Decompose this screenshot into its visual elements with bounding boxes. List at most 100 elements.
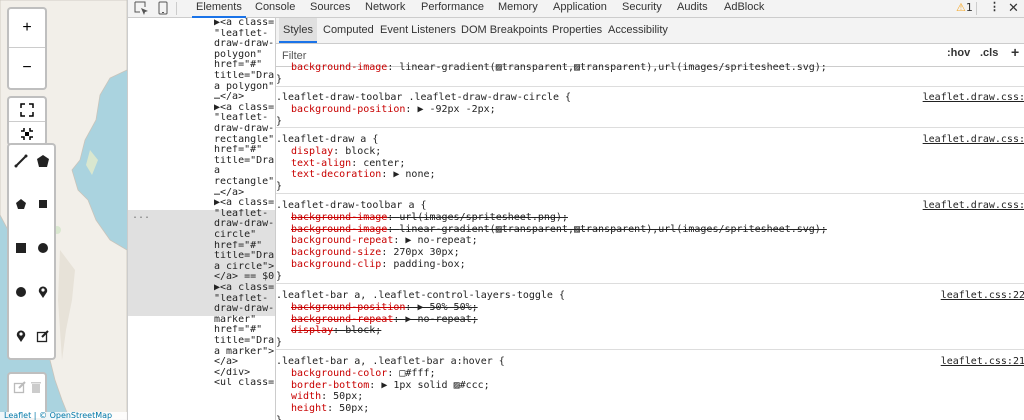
tree-line[interactable]: ▶<a class= bbox=[214, 18, 274, 29]
device-toolbar-icon[interactable] bbox=[156, 1, 172, 15]
tree-line[interactable]: </div> bbox=[214, 368, 274, 379]
css-declaration[interactable]: background-image: url(images/spritesheet… bbox=[276, 212, 1024, 224]
css-property-value[interactable]: block; bbox=[345, 146, 381, 157]
css-declaration[interactable]: background-image: linear-gradient(▨trans… bbox=[276, 62, 1024, 74]
tree-line[interactable]: </a> bbox=[214, 357, 274, 368]
css-property-name[interactable]: display bbox=[276, 325, 333, 336]
draw-polygon-button[interactable] bbox=[32, 150, 54, 172]
tree-line[interactable]: href="#" bbox=[214, 325, 274, 336]
css-declaration[interactable]: display: block; bbox=[276, 146, 1024, 158]
css-property-value[interactable]: 270px 30px; bbox=[393, 247, 459, 258]
zoom-in-button[interactable]: + bbox=[9, 9, 45, 48]
tree-line[interactable]: title="Draw bbox=[214, 336, 274, 347]
draw-circle-button[interactable] bbox=[32, 237, 54, 259]
tree-line[interactable]: a bbox=[214, 166, 274, 177]
new-style-rule-button[interactable]: + bbox=[1011, 44, 1019, 60]
edit-layers-button[interactable] bbox=[32, 325, 54, 347]
style-rule[interactable]: .leaflet-bar a, .leaflet-control-layers-… bbox=[276, 290, 1024, 350]
tree-line[interactable]: draw-draw- bbox=[214, 304, 274, 315]
elements-tree[interactable]: ... ▶<a class= "leaflet-draw-draw-polygon… bbox=[128, 18, 276, 420]
css-property-name[interactable]: background-color bbox=[276, 368, 387, 379]
css-property-value[interactable]: ▶ 50% 50%; bbox=[417, 302, 477, 313]
css-property-name[interactable]: background-position bbox=[276, 104, 405, 115]
css-property-name[interactable]: background-image bbox=[276, 224, 387, 235]
tree-line[interactable]: <ul class= bbox=[214, 378, 274, 389]
subtab-accessibility[interactable]: Accessibility bbox=[608, 18, 668, 43]
css-property-name[interactable]: text-decoration bbox=[276, 169, 381, 180]
fit-bounds-button[interactable] bbox=[9, 122, 45, 145]
css-declaration[interactable]: text-align: center; bbox=[276, 158, 1024, 170]
css-property-value[interactable]: 50px; bbox=[333, 391, 363, 402]
style-rule[interactable]: .leaflet-bar a, .leaflet-bar a:hover {le… bbox=[276, 356, 1024, 420]
class-toggle[interactable]: .cls bbox=[980, 47, 998, 59]
tree-line[interactable]: "leaflet- bbox=[214, 209, 274, 220]
tab-application[interactable]: Application bbox=[553, 0, 607, 17]
rule-selector[interactable]: .leaflet-bar a, .leaflet-control-layers-… bbox=[276, 290, 565, 301]
tree-line[interactable]: </a> == $0 bbox=[214, 272, 274, 283]
css-property-value[interactable]: padding-box; bbox=[393, 259, 465, 270]
css-declaration[interactable]: text-decoration: ▶ none; bbox=[276, 169, 1024, 181]
draw-marker-button[interactable] bbox=[32, 281, 54, 303]
css-property-value[interactable]: □#fff; bbox=[399, 368, 435, 379]
rule-selector[interactable]: .leaflet-draw a { bbox=[276, 134, 378, 145]
css-property-value[interactable]: ▶ none; bbox=[393, 169, 435, 180]
rule-source-link[interactable]: leaflet.css:22 bbox=[941, 290, 1024, 302]
subtab-event-listeners[interactable]: Event Listeners bbox=[380, 18, 456, 43]
css-property-value[interactable]: ▶ 1px solid ▨#ccc; bbox=[381, 380, 489, 391]
map-attribution[interactable]: Leaflet | © OpenStreetMap bbox=[0, 412, 127, 420]
css-property-name[interactable]: background-repeat bbox=[276, 314, 393, 325]
style-rule[interactable]: background-image: linear-gradient(▨trans… bbox=[276, 62, 1024, 87]
tree-line[interactable]: ▶<a class= bbox=[214, 283, 274, 294]
draw-rectangle-button[interactable] bbox=[32, 193, 54, 215]
css-property-name[interactable]: background-repeat bbox=[276, 235, 393, 246]
style-rule[interactable]: .leaflet-draw-toolbar a {leaflet.draw.cs… bbox=[276, 200, 1024, 284]
tab-performance[interactable]: Performance bbox=[421, 0, 484, 17]
tree-line[interactable]: a circle"> bbox=[214, 262, 274, 273]
draw-square-button[interactable] bbox=[10, 237, 32, 259]
css-declaration[interactable]: background-repeat: ▶ no-repeat; bbox=[276, 314, 1024, 326]
css-declaration[interactable]: border-bottom: ▶ 1px solid ▨#ccc; bbox=[276, 380, 1024, 392]
tree-line[interactable]: ▶<a class= bbox=[214, 198, 274, 209]
css-declaration[interactable]: width: 50px; bbox=[276, 391, 1024, 403]
zoom-out-button[interactable]: − bbox=[9, 48, 45, 87]
css-property-value[interactable]: center; bbox=[363, 158, 405, 169]
tree-line[interactable]: title="Draw bbox=[214, 156, 274, 167]
tree-line[interactable]: "leaflet- bbox=[214, 113, 274, 124]
tree-line[interactable]: polygon" bbox=[214, 50, 274, 61]
style-rule[interactable]: .leaflet-draw a { leaflet.draw.css: displa… bbox=[276, 134, 1024, 194]
tab-adblock[interactable]: AdBlock bbox=[724, 0, 764, 17]
css-property-value[interactable]: ▶ no-repeat; bbox=[405, 314, 477, 325]
tree-line[interactable]: rectangle"> bbox=[214, 177, 274, 188]
tree-line[interactable]: title="Draw bbox=[214, 251, 274, 262]
tab-audits[interactable]: Audits bbox=[677, 0, 708, 17]
tree-line[interactable]: draw-draw- bbox=[214, 219, 274, 230]
tab-network[interactable]: Network bbox=[365, 0, 405, 17]
subtab-computed[interactable]: Computed bbox=[323, 18, 374, 43]
css-declaration[interactable]: background-repeat: ▶ no-repeat; bbox=[276, 235, 1024, 247]
tab-memory[interactable]: Memory bbox=[498, 0, 538, 17]
subtab-dom-breakpoints[interactable]: DOM Breakpoints bbox=[461, 18, 548, 43]
tree-line[interactable]: a marker"> bbox=[214, 347, 274, 358]
rule-source-link[interactable]: leaflet.draw.css: bbox=[923, 200, 1024, 212]
css-declaration[interactable]: background-clip: padding-box; bbox=[276, 259, 1024, 271]
subtab-properties[interactable]: Properties bbox=[552, 18, 602, 43]
tree-line[interactable]: draw-draw- bbox=[214, 39, 274, 50]
css-property-value[interactable]: linear-gradient(▨transparent,▨transparen… bbox=[399, 62, 826, 73]
more-options-icon[interactable]: ⋮ bbox=[989, 0, 1000, 17]
style-rule[interactable]: .leaflet-draw-toolbar .leaflet-draw-draw… bbox=[276, 92, 1024, 129]
fullscreen-button[interactable] bbox=[9, 98, 45, 122]
css-declaration[interactable]: background-position: ▶ 50% 50%; bbox=[276, 302, 1024, 314]
close-icon[interactable]: ✕ bbox=[1008, 0, 1019, 17]
tree-line[interactable]: title="Draw bbox=[214, 71, 274, 82]
tree-line[interactable]: rectangle" bbox=[214, 135, 274, 146]
css-property-name[interactable]: background-image bbox=[276, 62, 387, 73]
tab-security[interactable]: Security bbox=[622, 0, 662, 17]
css-property-value[interactable]: block; bbox=[345, 325, 381, 336]
rule-source-link[interactable]: leaflet.draw.css: bbox=[923, 134, 1024, 146]
rule-source-link[interactable]: leaflet.draw.css: bbox=[923, 92, 1024, 104]
tree-line[interactable]: href="#" bbox=[214, 241, 274, 252]
tab-elements[interactable]: Elements bbox=[192, 0, 246, 18]
tree-line[interactable]: …</a> bbox=[214, 92, 274, 103]
tree-line[interactable]: circle" bbox=[214, 230, 274, 241]
tree-line[interactable]: ▶<a class= bbox=[214, 103, 274, 114]
